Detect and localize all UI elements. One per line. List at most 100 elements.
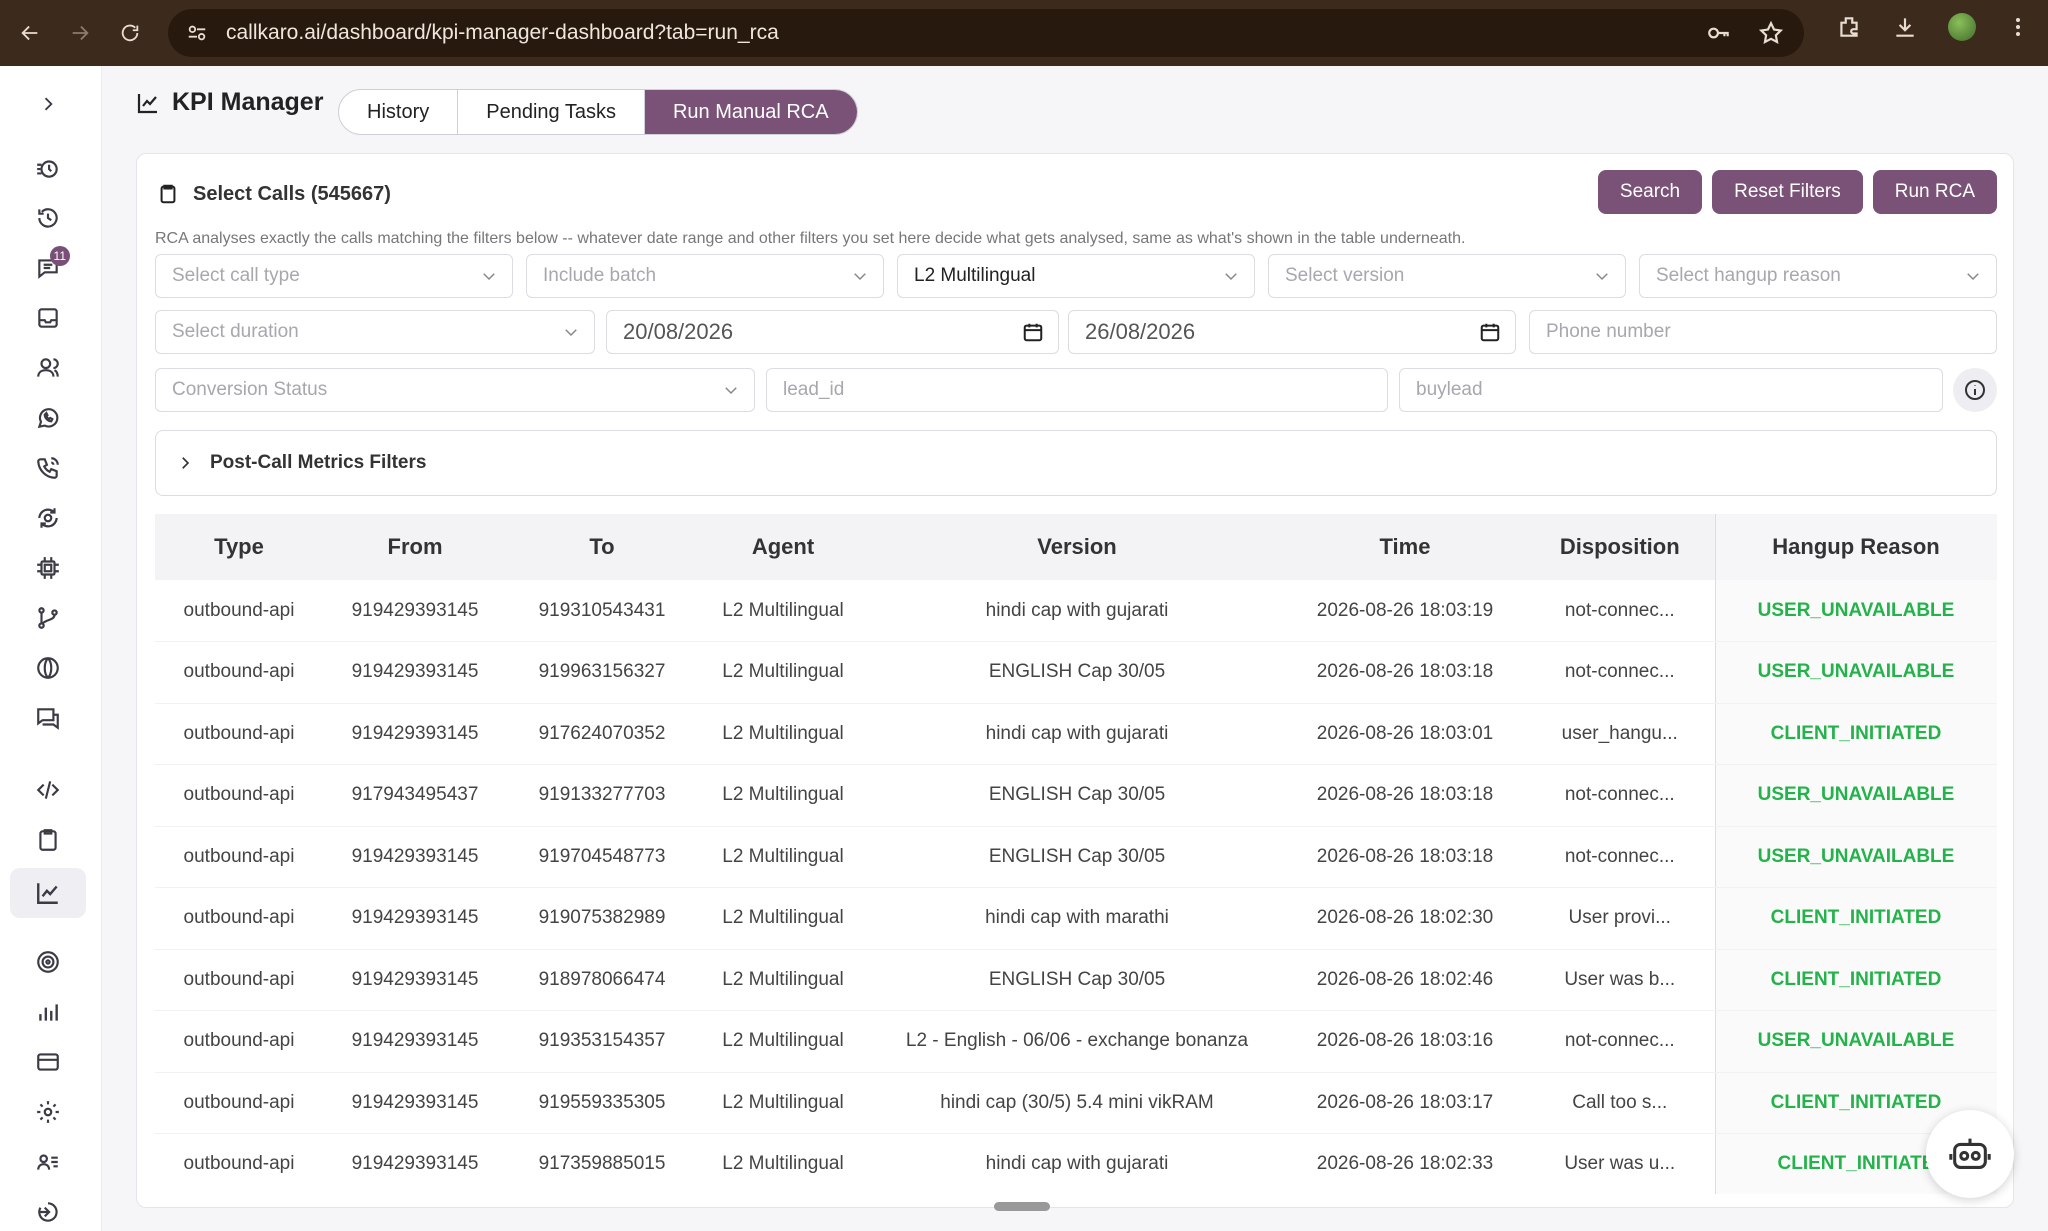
site-settings-icon[interactable]: [186, 22, 208, 44]
table-row[interactable]: outbound-api 919429393145 919310543431 L2 M…: [155, 580, 1997, 642]
post-call-metrics-toggle[interactable]: Post-Call Metrics Filters: [155, 430, 1997, 496]
table-header-row: Type From To Agent Version Time Disposit…: [155, 514, 1997, 580]
cell-type: outbound-api: [155, 1072, 323, 1134]
calendar-icon[interactable]: [1022, 321, 1044, 343]
extensions-icon[interactable]: [1836, 14, 1862, 40]
back-arrow-icon[interactable]: [10, 13, 50, 53]
call-type-select[interactable]: Select call type: [155, 254, 513, 298]
forward-arrow-icon[interactable]: [60, 13, 100, 53]
chat-icon[interactable]: 11: [22, 246, 74, 290]
chevron-down-icon: [1967, 273, 1979, 281]
version-select[interactable]: Select version: [1268, 254, 1626, 298]
date-from-input[interactable]: 20/08/2026: [606, 310, 1059, 354]
cell-type: outbound-api: [155, 887, 323, 950]
buylead-input[interactable]: buylead: [1399, 368, 1943, 412]
tab-history[interactable]: History: [339, 90, 459, 134]
globe-icon[interactable]: [22, 646, 74, 690]
date-to-input[interactable]: 26/08/2026: [1068, 310, 1516, 354]
column-header-version[interactable]: Version: [869, 514, 1285, 580]
profile-avatar[interactable]: [1948, 13, 1976, 41]
page-header: KPI Manager: [136, 88, 323, 117]
sidebar-expand-chevron-icon[interactable]: [22, 82, 74, 126]
monitor-icon[interactable]: [22, 496, 74, 540]
cell-disposition: not-connec...: [1525, 580, 1715, 642]
cell-time: 2026-08-26 18:03:01: [1285, 703, 1525, 765]
cell-type: outbound-api: [155, 764, 323, 827]
cell-type: outbound-api: [155, 949, 323, 1011]
tab-run-manual-rca[interactable]: Run Manual RCA: [644, 90, 857, 134]
calendar-icon[interactable]: [1479, 321, 1501, 343]
logout-icon[interactable]: [22, 1190, 74, 1231]
chevron-down-icon: [565, 329, 577, 337]
target-icon[interactable]: [22, 940, 74, 984]
cell-agent: L2 Multilingual: [697, 641, 869, 704]
download-icon[interactable]: [1892, 14, 1918, 40]
bar-chart-icon[interactable]: [22, 990, 74, 1034]
cell-to: 918978066474: [507, 949, 697, 1011]
phone-number-input[interactable]: Phone number: [1529, 310, 1997, 354]
messages-icon[interactable]: [22, 696, 74, 740]
whatsapp-icon[interactable]: [22, 396, 74, 440]
chart-icon[interactable]: [10, 868, 86, 918]
address-bar[interactable]: callkaro.ai/dashboard/kpi-manager-dashbo…: [168, 9, 1804, 57]
reload-icon[interactable]: [110, 13, 150, 53]
table-row[interactable]: outbound-api 919429393145 917359885015 L2 M…: [155, 1133, 1997, 1194]
settings-icon[interactable]: [22, 1090, 74, 1134]
chatbot-button[interactable]: [1926, 1110, 2014, 1198]
contacts-icon[interactable]: [22, 1140, 74, 1184]
table-row[interactable]: outbound-api 919429393145 919963156327 L2 M…: [155, 641, 1997, 704]
cell-from: 919429393145: [323, 887, 507, 950]
chevron-down-icon: [854, 273, 866, 281]
search-button[interactable]: Search: [1597, 170, 1703, 214]
clipboard-icon[interactable]: [22, 818, 74, 862]
inbox-icon[interactable]: [22, 296, 74, 340]
browser-toolbar: callkaro.ai/dashboard/kpi-manager-dashbo…: [0, 0, 2048, 66]
lead-id-input[interactable]: lead_id: [766, 368, 1388, 412]
key-icon[interactable]: [1706, 20, 1732, 46]
url-text[interactable]: callkaro.ai/dashboard/kpi-manager-dashbo…: [226, 21, 779, 45]
column-header-agent[interactable]: Agent: [697, 514, 869, 580]
batch-select[interactable]: Include batch: [526, 254, 884, 298]
kebab-menu-icon[interactable]: [2006, 15, 2030, 39]
card-icon[interactable]: [22, 1040, 74, 1084]
table-row[interactable]: outbound-api 919429393145 919559335305 L2 M…: [155, 1072, 1997, 1134]
chip-icon[interactable]: [22, 546, 74, 590]
table-row[interactable]: outbound-api 919429393145 919075382989 L2 M…: [155, 887, 1997, 950]
hangup-reason-select[interactable]: Select hangup reason: [1639, 254, 1997, 298]
timer-icon[interactable]: [22, 146, 74, 190]
agent-value: L2 Multilingual: [914, 265, 1036, 286]
branch-icon[interactable]: [22, 596, 74, 640]
table-row[interactable]: outbound-api 919429393145 919704548773 L2 M…: [155, 826, 1997, 888]
cell-hangup-reason: CLIENT_INITIATED: [1714, 703, 1997, 765]
table-row[interactable]: outbound-api 919429393145 917624070352 L2 M…: [155, 703, 1997, 765]
reset-filters-button[interactable]: Reset Filters: [1712, 170, 1863, 214]
star-icon[interactable]: [1758, 20, 1784, 46]
horizontal-scrollbar[interactable]: [994, 1202, 1050, 1211]
post-call-label: Post-Call Metrics Filters: [210, 452, 427, 473]
history-icon[interactable]: [22, 196, 74, 240]
conversion-status-select[interactable]: Conversion Status: [155, 368, 755, 412]
column-header-hangup-reason[interactable]: Hangup Reason: [1714, 514, 1997, 580]
chevron-down-icon: [1225, 273, 1237, 281]
column-header-disposition[interactable]: Disposition: [1525, 514, 1715, 580]
users-icon[interactable]: [22, 346, 74, 390]
table-row[interactable]: outbound-api 919429393145 919353154357 L2 M…: [155, 1010, 1997, 1073]
info-icon[interactable]: [1953, 368, 1997, 412]
table-row[interactable]: outbound-api 919429393145 918978066474 L2 M…: [155, 949, 1997, 1011]
duration-select[interactable]: Select duration: [155, 310, 595, 354]
table-row[interactable]: outbound-api 917943495437 919133277703 L2 M…: [155, 764, 1997, 827]
cell-to: 919559335305: [507, 1072, 697, 1134]
cell-to: 919353154357: [507, 1010, 697, 1073]
select-calls-label: Select Calls (545667): [193, 182, 391, 205]
column-header-from[interactable]: From: [323, 514, 507, 580]
run-rca-button[interactable]: Run RCA: [1872, 170, 1997, 214]
cell-type: outbound-api: [155, 1010, 323, 1073]
column-header-to[interactable]: To: [507, 514, 697, 580]
tab-pending-tasks[interactable]: Pending Tasks: [458, 90, 645, 134]
phone-icon[interactable]: [22, 446, 74, 490]
column-header-time[interactable]: Time: [1285, 514, 1525, 580]
column-header-type[interactable]: Type: [155, 514, 323, 580]
agent-select[interactable]: L2 Multilingual: [897, 254, 1255, 298]
code-icon[interactable]: [22, 768, 74, 812]
chevron-down-icon: [1596, 273, 1608, 281]
